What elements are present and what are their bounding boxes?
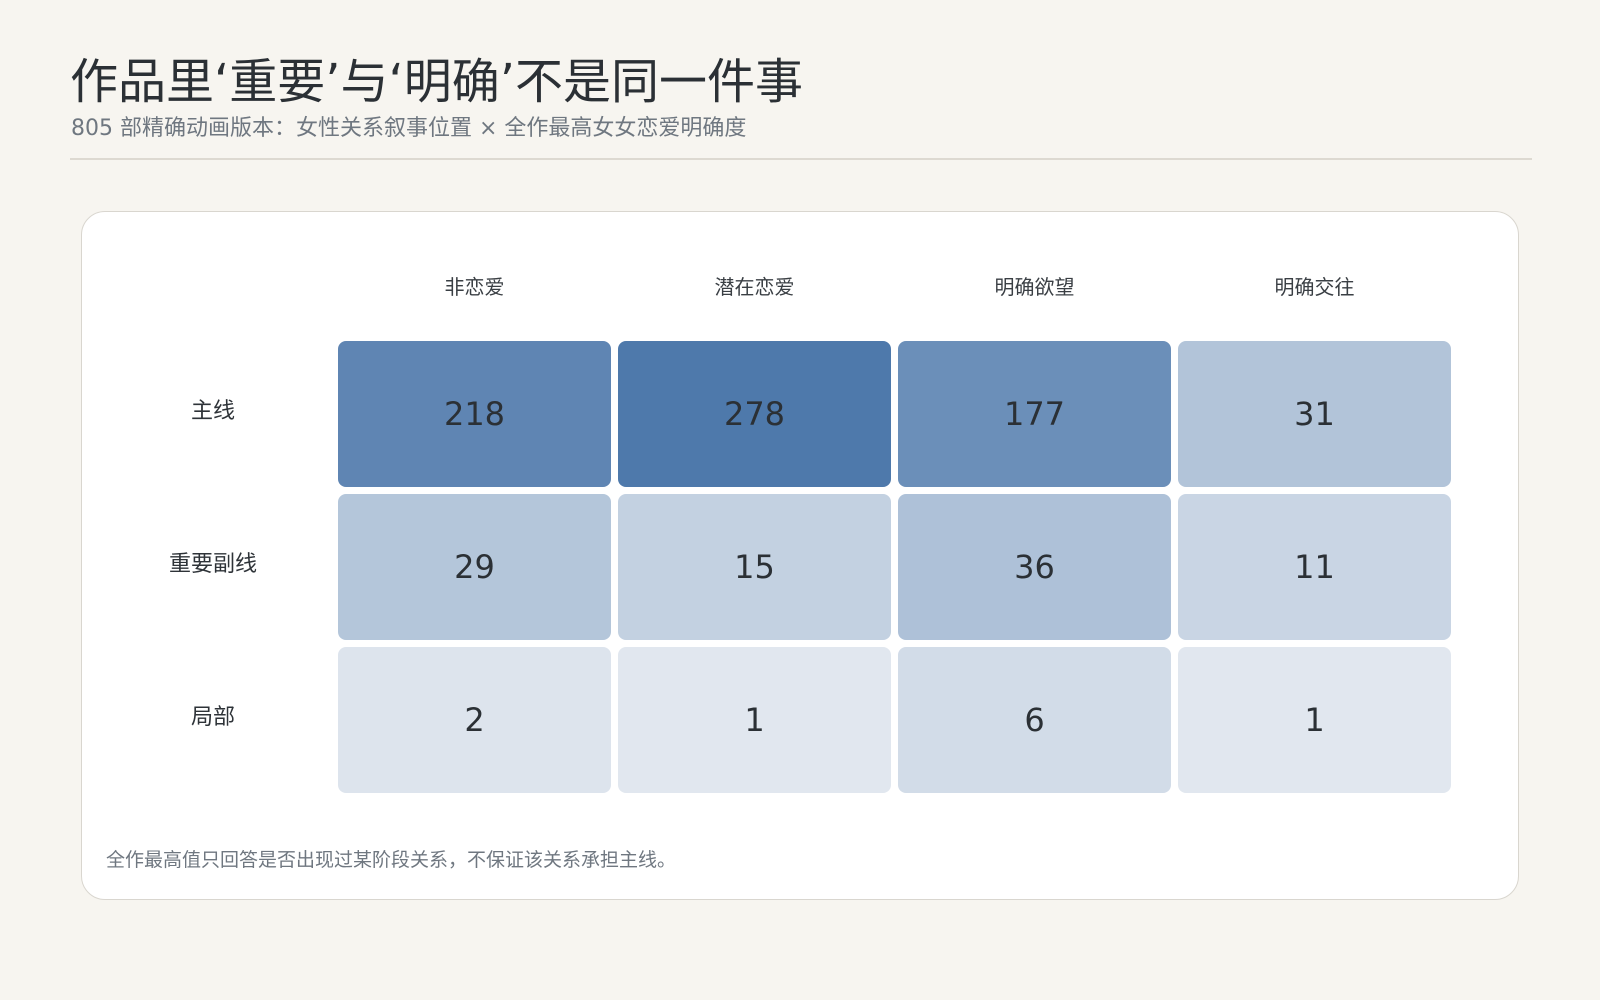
heatmap-cell: 6 [898, 647, 1171, 793]
row-header: 重要副线 [168, 552, 257, 577]
heatmap-cell: 278 [618, 341, 891, 487]
header-divider [70, 158, 1532, 160]
heatmap-cell: 218 [338, 341, 611, 487]
column-header: 明确欲望 [994, 275, 1075, 299]
row-header: 局部 [190, 705, 235, 730]
heatmap-cell: 11 [1178, 494, 1451, 640]
heatmap-cell: 36 [898, 494, 1171, 640]
heatmap-cell: 2 [338, 647, 611, 793]
column-header: 非恋爱 [444, 275, 505, 299]
heatmap-cell: 1 [1178, 647, 1451, 793]
page-subtitle: 805 部精确动画版本：女性关系叙事位置 × 全作最高女女恋爱明确度 [71, 116, 747, 141]
page-title: 作品里‘重要’与‘明确’不是同一件事 [70, 54, 804, 110]
column-header: 潜在恋爱 [714, 275, 795, 299]
heatmap-card: 非恋爱 潜在恋爱 明确欲望 明确交往 主线 218 278 177 31 重要副线 29 15 36 11… [81, 211, 1519, 900]
heatmap-cell: 29 [338, 494, 611, 640]
heatmap-cell: 1 [618, 647, 891, 793]
heatmap-cell: 15 [618, 494, 891, 640]
chart-footnote: 全作最高值只回答是否出现过某阶段关系，不保证该关系承担主线。 [106, 849, 677, 871]
heatmap-cell: 177 [898, 341, 1171, 487]
heatmap-cell: 31 [1178, 341, 1451, 487]
row-header: 主线 [190, 399, 235, 424]
column-header: 明确交往 [1274, 275, 1355, 299]
